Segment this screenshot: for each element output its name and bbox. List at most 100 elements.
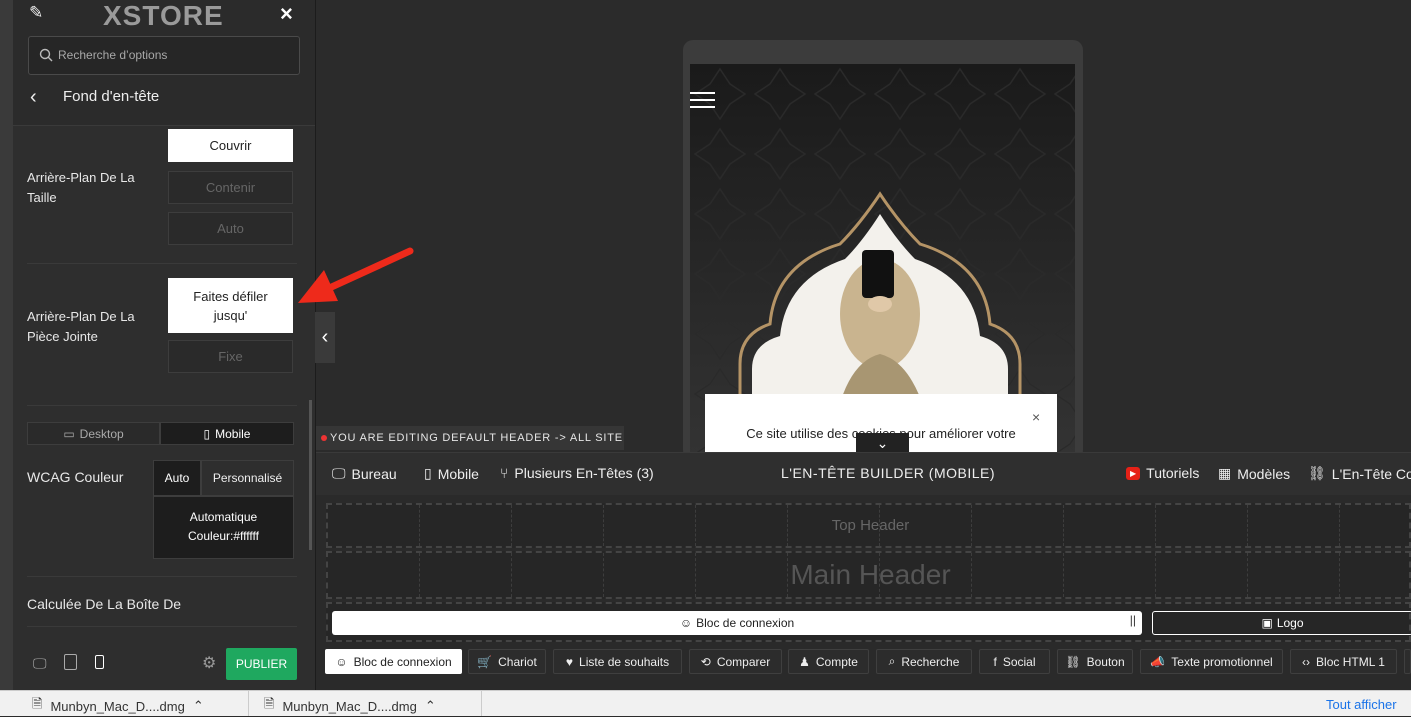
- search-icon: ⌕: [888, 654, 896, 668]
- mobile-icon: ▯: [424, 465, 432, 481]
- search-placeholder: Recherche d’options: [58, 48, 168, 62]
- desktop-preview-icon[interactable]: 🖵: [33, 655, 47, 672]
- close-icon[interactable]: ×: [280, 1, 293, 27]
- facebook-icon: f: [993, 654, 997, 669]
- desktop-icon: ▭: [63, 426, 75, 441]
- megaphone-icon: 📣: [1150, 654, 1166, 669]
- element-more[interactable]: [1404, 649, 1411, 674]
- download-item[interactable]: 🗎 Munbyn_Mac_D....dmg ⌃: [264, 695, 436, 717]
- wcag-label: WCAG Couleur: [27, 469, 124, 485]
- models-link[interactable]: ▦ Modèles: [1218, 465, 1290, 482]
- downloads-bar: 🗎 Munbyn_Mac_D....dmg ⌃ 🗎 Munbyn_Mac_D....d…: [0, 690, 1411, 716]
- placed-logo-block[interactable]: ▣ Logo: [1152, 611, 1411, 635]
- youtube-icon: ▶: [1126, 466, 1141, 480]
- tablet-preview-icon[interactable]: [64, 654, 77, 670]
- user-icon: ♟: [799, 654, 810, 669]
- builder-desktop-label: Bureau: [351, 465, 397, 482]
- element-cart-label: Chariot: [498, 654, 537, 669]
- image-icon: ▣: [1261, 616, 1273, 630]
- collapse-sidebar-button[interactable]: ‹: [315, 312, 335, 363]
- toggle-builder-button[interactable]: ⌄: [856, 433, 909, 453]
- divider: [27, 626, 297, 627]
- divider: [248, 691, 249, 716]
- tab-desktop-label: Desktop: [79, 426, 124, 441]
- element-social[interactable]: f Social: [979, 649, 1050, 674]
- placed-login-block[interactable]: ☺ Bloc de connexion ||: [332, 611, 1142, 635]
- element-login-block[interactable]: ☺ Bloc de connexion: [325, 649, 462, 674]
- element-social-label: Social: [1002, 654, 1036, 669]
- top-header-row[interactable]: Top Header: [326, 503, 1411, 548]
- wcag-custom-button[interactable]: Personnalisé: [201, 460, 294, 496]
- models-label: Modèles: [1237, 465, 1291, 482]
- chevron-left-icon: ‹: [321, 326, 329, 348]
- editing-notice-text: YOU ARE EDITING DEFAULT HEADER -> ALL SI…: [330, 432, 623, 444]
- element-cart[interactable]: 🛒 Chariot: [468, 649, 546, 674]
- wcag-info-line1: Automatique: [189, 510, 258, 524]
- placed-logo-label: Logo: [1276, 616, 1304, 630]
- back-icon[interactable]: ‹: [30, 86, 37, 109]
- search-icon: [39, 48, 53, 62]
- mobile-icon: ▯: [203, 426, 211, 441]
- placed-login-label: Bloc de connexion: [696, 616, 795, 630]
- bg-size-contain[interactable]: Contenir: [168, 171, 293, 204]
- bg-attachment-fixed[interactable]: Fixe: [168, 340, 293, 373]
- sidebar-header: ✎ XSTORE × Recherche d’options ‹ Fond d'…: [13, 0, 315, 126]
- header-collapse-link[interactable]: ⛓ L'En-Tête Colla: [1308, 465, 1411, 482]
- tab-mobile-builder[interactable]: ▯ Mobile: [424, 465, 479, 482]
- divider: [27, 405, 297, 406]
- element-compare[interactable]: ⟲ Comparer: [689, 649, 782, 674]
- wcag-info-line2: Couleur:#ffffff: [188, 529, 259, 543]
- tab-desktop[interactable]: ▭ Desktop: [27, 422, 160, 445]
- publish-button[interactable]: PUBLIER: [226, 648, 297, 680]
- customizer-sidebar: ✎ XSTORE × Recherche d’options ‹ Fond d'…: [13, 0, 316, 690]
- multiple-headers-label: Plusieurs En-Têtes (3): [514, 465, 654, 481]
- header-collapse-label: L'En-Tête Colla: [1331, 465, 1411, 482]
- close-icon[interactable]: ×: [1032, 409, 1040, 425]
- element-promo-text[interactable]: 📣 Texte promotionnel: [1140, 649, 1283, 674]
- bg-attachment-scroll[interactable]: Faites défiler jusqu': [168, 278, 293, 333]
- download-item[interactable]: 🗎 Munbyn_Mac_D....dmg ⌃: [32, 695, 204, 717]
- bg-size-auto[interactable]: Auto: [168, 212, 293, 245]
- tab-desktop-builder[interactable]: 🖵 Bureau: [332, 465, 397, 482]
- section-title: Fond d'en-tête: [63, 88, 160, 105]
- link-icon: ⛓: [1065, 654, 1081, 669]
- bottom-header-row[interactable]: ☺ Bloc de connexion || ▣ Logo: [326, 602, 1411, 642]
- element-wishlist[interactable]: ♥ Liste de souhaits: [553, 649, 682, 674]
- mobile-preview-icon[interactable]: [95, 655, 104, 669]
- chevron-up-icon[interactable]: ⌃: [425, 698, 436, 714]
- pin-icon[interactable]: ✎: [29, 3, 43, 23]
- element-button[interactable]: ⛓ Bouton: [1057, 649, 1133, 674]
- chevron-up-icon[interactable]: ⌃: [193, 698, 204, 714]
- bg-size-label: Arrière-Plan De La Taille: [27, 170, 135, 205]
- code-icon: ‹›: [1302, 654, 1311, 669]
- builder-toolbar: 🖵 Bureau ▯ Mobile ⑂ Plusieurs En-Têtes (3) …: [316, 453, 1411, 495]
- element-html-block[interactable]: ‹› Bloc HTML 1: [1290, 649, 1397, 674]
- sidebar-scrollbar[interactable]: [309, 400, 312, 550]
- compare-icon: ⟲: [700, 654, 711, 669]
- desktop-icon: 🖵: [332, 465, 346, 481]
- element-wishlist-label: Liste de souhaits: [579, 654, 670, 669]
- hamburger-menu-icon[interactable]: [690, 92, 715, 108]
- download-filename: Munbyn_Mac_D....dmg: [282, 698, 417, 714]
- element-account[interactable]: ♟ Compte: [788, 649, 869, 674]
- gear-icon[interactable]: ⚙: [202, 653, 216, 673]
- show-all-link[interactable]: Tout afficher: [1326, 697, 1397, 712]
- wcag-auto-button[interactable]: Auto: [153, 460, 201, 496]
- main-header-row[interactable]: Main Header: [326, 551, 1411, 599]
- element-login-label: Bloc de connexion: [353, 654, 452, 669]
- tab-mobile-label: Mobile: [215, 426, 251, 441]
- login-icon: ☺: [335, 654, 348, 669]
- element-search[interactable]: ⌕ Recherche: [876, 649, 972, 674]
- annotation-arrow: [298, 247, 414, 303]
- bg-size-cover[interactable]: Couvrir: [168, 129, 293, 162]
- search-input[interactable]: Recherche d’options: [28, 36, 300, 75]
- grid-icon: ▦: [1218, 465, 1232, 481]
- main-header-label: Main Header: [790, 559, 951, 590]
- branch-icon: ⑂: [500, 465, 509, 481]
- chevron-down-icon: ⌄: [876, 435, 889, 451]
- multiple-headers-button[interactable]: ⑂ Plusieurs En-Têtes (3): [500, 465, 654, 481]
- tab-mobile[interactable]: ▯ Mobile: [160, 422, 294, 445]
- tutorials-link[interactable]: ▶ Tutoriels: [1126, 465, 1199, 481]
- drag-handle[interactable]: ||: [1130, 613, 1136, 627]
- top-header-label: Top Header: [831, 517, 910, 534]
